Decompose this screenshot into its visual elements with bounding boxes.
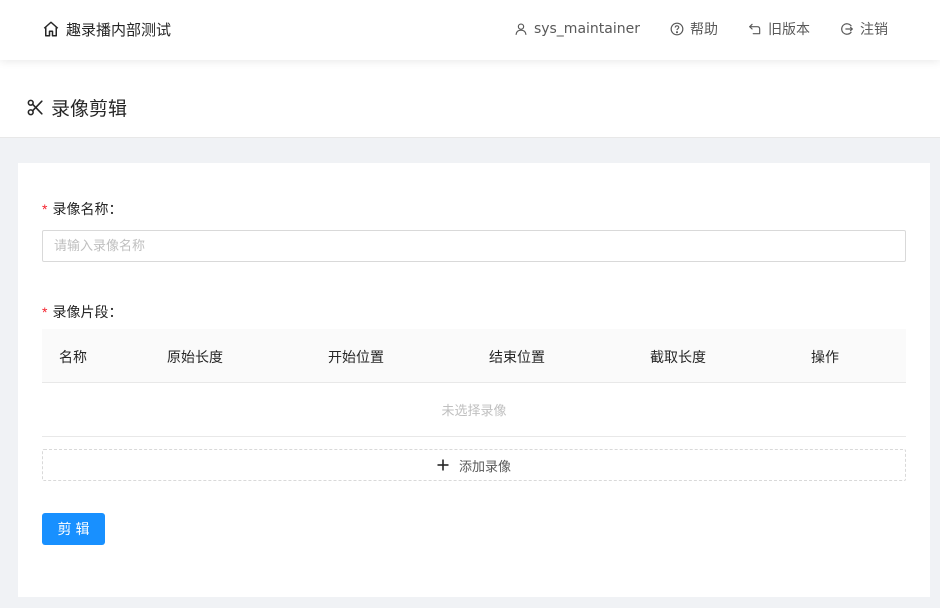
logout-icon [841, 23, 854, 35]
nav-old-version-label: 旧版本 [768, 22, 810, 38]
empty-text: 未选择录像 [441, 404, 507, 419]
column-header: 名称 [59, 350, 87, 366]
table-header: 名称 原始长度 开始位置 结束位置 截取长度 操作 [42, 329, 906, 383]
add-recording-button[interactable]: 添加录像 [42, 449, 906, 481]
header-nav: sys_maintainer 帮助 旧版本 注销 [514, 18, 888, 40]
required-mark: * [42, 304, 48, 320]
top-header: 趣录播内部测试 sys_maintainer 帮助 旧版本 注销 [0, 0, 940, 60]
column-header: 原始长度 [167, 350, 223, 366]
add-recording-label: 添加录像 [458, 459, 511, 475]
page-title: 录像剪辑 [26, 95, 128, 120]
edit-form-card: *录像名称： *录像片段： 名称 原始长度 开始位置 结束位置 截取长度 操作 … [18, 163, 930, 597]
scissor-icon [27, 99, 43, 115]
home-icon [43, 21, 59, 37]
column-header: 截取长度 [650, 350, 706, 366]
segments-table: 名称 原始长度 开始位置 结束位置 截取长度 操作 未选择录像 [42, 329, 906, 437]
brand-home-link[interactable]: 趣录播内部测试 [42, 18, 171, 40]
nav-user[interactable]: sys_maintainer [514, 21, 640, 37]
question-circle-icon [670, 22, 684, 36]
column-header: 操作 [811, 350, 839, 366]
nav-help-label: 帮助 [690, 22, 718, 38]
page-header: 录像剪辑 [0, 60, 940, 138]
segments-field-label: * 录像片段： [42, 304, 123, 321]
rollback-icon [749, 23, 761, 35]
name-field-label: * 录像名称： [42, 201, 123, 218]
nav-old-version[interactable]: 旧版本 [748, 19, 810, 39]
required-mark: * [42, 201, 48, 217]
column-header: 结束位置 [489, 350, 545, 366]
brand-title: 趣录播内部测试 [66, 20, 172, 39]
page-title-text: 录像剪辑 [51, 97, 128, 120]
plus-icon [437, 459, 449, 471]
cut-submit-button[interactable]: 剪辑 [42, 513, 105, 545]
nav-user-label: sys_maintainer [533, 21, 640, 37]
user-icon [515, 23, 527, 35]
record-name-input[interactable] [42, 230, 906, 262]
nav-logout[interactable]: 注销 [840, 19, 888, 39]
column-header: 开始位置 [328, 350, 384, 366]
nav-help[interactable]: 帮助 [670, 19, 718, 39]
table-empty-state: 未选择录像 [42, 383, 906, 437]
nav-logout-label: 注销 [860, 22, 888, 38]
